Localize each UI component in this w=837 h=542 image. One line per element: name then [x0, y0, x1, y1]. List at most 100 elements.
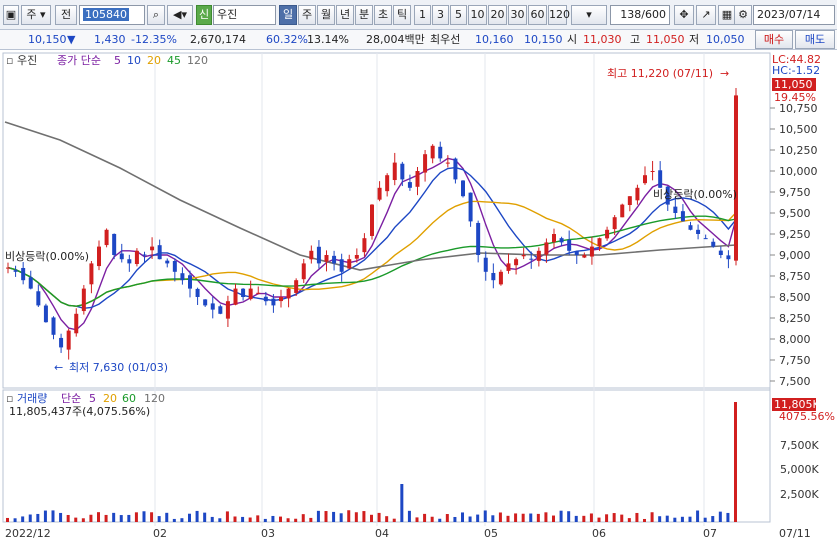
buy-button[interactable]: 매수	[755, 30, 793, 49]
volume-bar	[438, 518, 442, 522]
interval-button-7[interactable]: 120	[548, 5, 570, 25]
volume-bar	[415, 517, 419, 522]
mode-button[interactable]: 전	[55, 5, 77, 25]
stock-chart[interactable]: ▫ 우진 종가 단순 5 10 20 45 120 최고 11,220 (07/…	[0, 50, 837, 542]
volume-bar	[157, 516, 161, 522]
high-label: 고	[630, 33, 641, 46]
best-bid: 10,150	[524, 33, 563, 46]
volume-bar	[51, 510, 55, 522]
volume-bar	[491, 515, 495, 522]
candle-body	[104, 229, 109, 246]
menu-dropdown[interactable]: 주 ▾	[21, 5, 51, 25]
candle-body	[339, 259, 344, 272]
stock-name-field[interactable]: 우진	[213, 5, 276, 25]
volume-legend-name: 거래량	[17, 392, 47, 405]
vol-tick-7500: 7,500K	[780, 439, 819, 452]
volume-bar	[468, 516, 472, 522]
interval-button-3[interactable]: 10	[468, 5, 487, 25]
volume-bar	[711, 516, 715, 522]
price-change: 1,430	[94, 33, 126, 46]
interval-button-5[interactable]: 30	[508, 5, 527, 25]
candle-body	[453, 158, 458, 180]
candle-body	[134, 250, 139, 265]
best-ask: 10,160	[475, 33, 514, 46]
candle-body	[66, 330, 71, 350]
volume-legend-icon: ▫	[6, 392, 13, 405]
volume-bar	[225, 511, 229, 522]
volume-bar	[74, 517, 78, 522]
volume-bar	[347, 510, 351, 522]
candle-body	[218, 306, 223, 314]
legend-ma120: 120	[187, 54, 208, 67]
candle-body	[498, 271, 503, 285]
interval-button-0[interactable]: 1	[414, 5, 431, 25]
candle-body	[294, 280, 299, 293]
candle-body	[589, 246, 594, 257]
candle-body	[407, 182, 412, 188]
candle-body	[680, 211, 685, 222]
interval-button-6[interactable]: 60	[528, 5, 547, 25]
volume-legend-ma-label: 단순	[61, 392, 81, 405]
vol-legend-120: 120	[144, 392, 165, 405]
interval-button-1[interactable]: 3	[432, 5, 449, 25]
price-tick-0: 10,750	[779, 102, 818, 115]
trend-icon[interactable]: ↗	[696, 5, 716, 25]
search-icon[interactable]: ⌕	[147, 5, 165, 25]
period-tab-4[interactable]: 분	[355, 5, 373, 25]
stock-code-input[interactable]: 105840	[79, 5, 145, 25]
volume-value: 2,670,174	[190, 33, 246, 46]
crosshair-icon[interactable]: ✥	[674, 5, 694, 25]
candle-body	[301, 263, 306, 280]
gear-icon[interactable]: ⚙	[734, 5, 752, 25]
candle-body	[43, 305, 48, 323]
volume-bar	[362, 511, 366, 522]
volume-bar	[423, 513, 427, 522]
volume-bar	[643, 518, 646, 522]
period-tab-2[interactable]: 월	[317, 5, 335, 25]
volume-bar	[233, 516, 237, 522]
period-tab-3[interactable]: 년	[336, 5, 354, 25]
period-tab-1[interactable]: 주	[298, 5, 316, 25]
interval-button-2[interactable]: 5	[450, 5, 467, 25]
candle-body	[688, 225, 693, 230]
candle-body	[263, 296, 268, 302]
candle-body	[195, 288, 200, 297]
candle-body	[483, 257, 488, 272]
chart-icon[interactable]: ▣	[3, 5, 19, 25]
volume-bar	[461, 512, 464, 522]
candle-body	[438, 146, 443, 159]
period-tab-5[interactable]: 초	[374, 5, 392, 25]
interval-dropdown[interactable]: ▾	[571, 5, 607, 25]
volume-bar	[385, 516, 389, 522]
volume-bar	[559, 510, 563, 522]
period-tab-0[interactable]: 일	[279, 5, 297, 25]
candle-body	[21, 267, 26, 281]
volume-bar	[370, 514, 373, 522]
candle-body	[400, 163, 405, 180]
period-tab-6[interactable]: 틱	[393, 5, 411, 25]
volume-bar	[271, 515, 275, 522]
candle-body	[309, 250, 314, 260]
x-label-07: 07	[703, 527, 717, 540]
price-tick-10: 8,250	[779, 312, 811, 325]
x-label-04: 04	[375, 527, 389, 540]
volume-bar	[696, 510, 700, 522]
date-field[interactable]: 2023/07/14	[753, 5, 835, 25]
volume-bar	[119, 515, 123, 522]
volume-bar	[301, 514, 305, 522]
interval-button-4[interactable]: 20	[488, 5, 507, 25]
speaker-icon[interactable]: ◀▾	[167, 5, 193, 25]
candle-body	[271, 298, 276, 306]
candle-body	[696, 229, 701, 234]
count-field[interactable]: 138/600	[610, 5, 670, 25]
volume-bar	[680, 516, 684, 522]
volume-bar	[66, 514, 70, 522]
candle-body	[6, 267, 10, 269]
volume-bar	[241, 516, 245, 522]
price-tick-12: 7,750	[779, 354, 811, 367]
volume-bar	[324, 511, 328, 522]
candle-body	[127, 259, 132, 264]
sell-button[interactable]: 매도	[795, 30, 835, 49]
volume-bar	[309, 517, 313, 522]
price-tick-2: 10,250	[779, 144, 818, 157]
